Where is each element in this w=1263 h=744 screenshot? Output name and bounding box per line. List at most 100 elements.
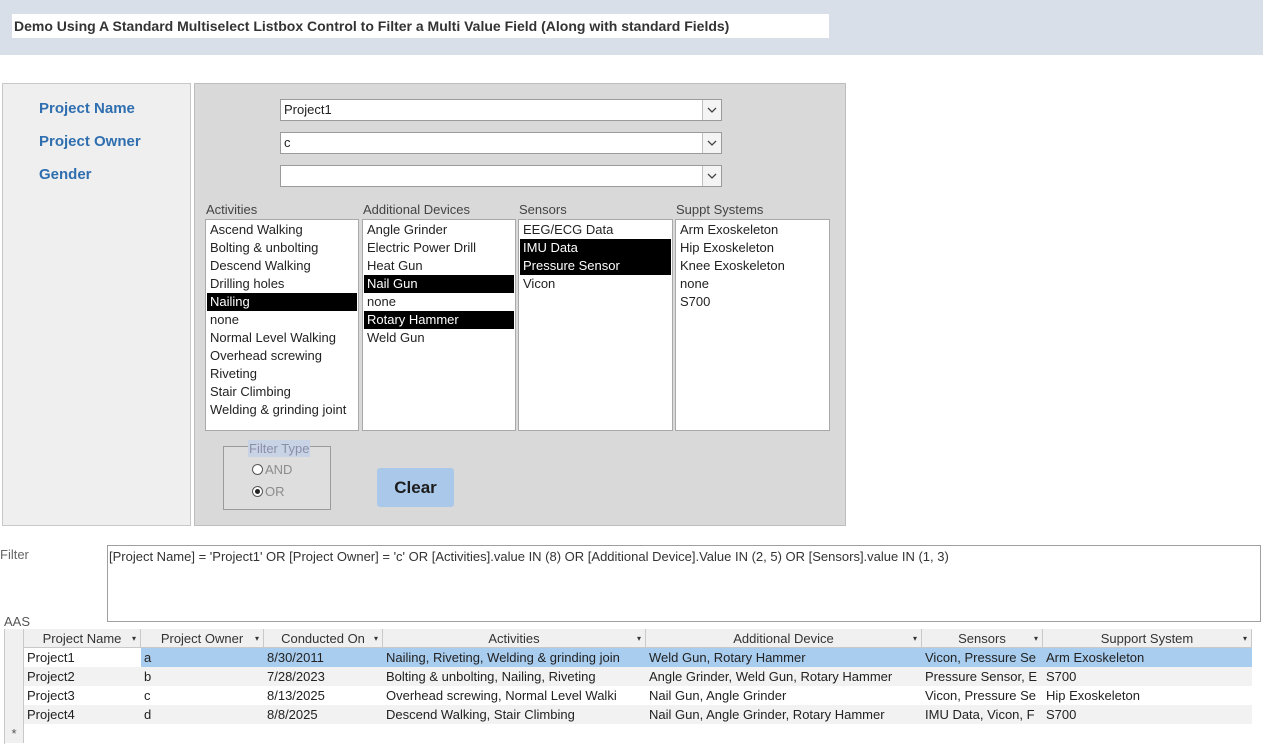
list-item[interactable]: Rotary Hammer (364, 311, 514, 329)
column-header[interactable]: Sensors ▾ (922, 629, 1043, 648)
table-cell[interactable]: Project3 (24, 686, 141, 705)
table-cell[interactable]: Weld Gun, Rotary Hammer (646, 648, 922, 667)
list-item[interactable]: Overhead screwing (207, 347, 357, 365)
list-item[interactable]: Nailing (207, 293, 357, 311)
or-option[interactable]: OR (252, 484, 285, 499)
table-cell[interactable]: Nailing, Riveting, Welding & grinding jo… (383, 648, 646, 667)
select-all-corner[interactable] (5, 629, 24, 648)
table-cell[interactable]: 8/8/2025 (264, 705, 383, 724)
table-cell[interactable]: d (141, 705, 264, 724)
table-cell[interactable]: IMU Data, Vicon, F (922, 705, 1043, 724)
list-item[interactable]: Ascend Walking (207, 221, 357, 239)
column-header[interactable]: Project Name ▾ (24, 629, 141, 648)
table-cell[interactable]: a (141, 648, 264, 667)
list-item[interactable]: Pressure Sensor (520, 257, 671, 275)
column-header[interactable]: Conducted On ▾ (264, 629, 383, 648)
and-radio[interactable] (252, 464, 263, 475)
gender-combo[interactable] (280, 165, 722, 187)
table-row[interactable]: Project2 b 7/28/2023 Bolting & unbolting, N… (5, 667, 1252, 686)
project-name-combo[interactable]: Project1 (280, 99, 722, 121)
table-cell[interactable]: Project1 (24, 648, 141, 667)
table-cell[interactable]: b (141, 667, 264, 686)
list-item[interactable]: none (364, 293, 514, 311)
row-selector[interactable] (5, 648, 24, 667)
list-item[interactable]: Electric Power Drill (364, 239, 514, 257)
datasheet-grid[interactable]: Project Name ▾ Project Owner ▾ Conducted On ▾… (4, 629, 1252, 744)
list-item[interactable]: Vicon (520, 275, 671, 293)
table-cell[interactable]: 8/30/2011 (264, 648, 383, 667)
table-cell[interactable]: Vicon, Pressure Se (922, 648, 1043, 667)
list-item[interactable]: Stair Climbing (207, 383, 357, 401)
table-cell[interactable]: 8/13/2025 (264, 686, 383, 705)
project-owner-combo[interactable]: c (280, 132, 722, 154)
table-cell[interactable]: Project2 (24, 667, 141, 686)
table-row[interactable]: Project3 c 8/13/2025 Overhead screwing, Nor… (5, 686, 1252, 705)
table-cell[interactable]: Pressure Sensor, E (922, 667, 1043, 686)
devices-listbox[interactable]: Angle Grinder Electric Power Drill Heat Gu… (362, 219, 516, 431)
table-cell[interactable]: S700 (1043, 705, 1252, 724)
dropdown-arrow-icon[interactable]: ▾ (1034, 629, 1038, 647)
list-item[interactable]: IMU Data (520, 239, 671, 257)
list-item[interactable]: Nail Gun (364, 275, 514, 293)
list-item[interactable]: Normal Level Walking (207, 329, 357, 347)
row-selector[interactable] (5, 667, 24, 686)
list-item[interactable]: Descend Walking (207, 257, 357, 275)
table-cell[interactable]: Hip Exoskeleton (1043, 686, 1252, 705)
list-item[interactable]: Knee Exoskeleton (677, 257, 828, 275)
filter-textbox[interactable]: [Project Name] = 'Project1' OR [Project … (107, 545, 1261, 622)
table-cell[interactable]: Vicon, Pressure Se (922, 686, 1043, 705)
list-item[interactable]: Hip Exoskeleton (677, 239, 828, 257)
column-header[interactable]: Support System ▾ (1043, 629, 1252, 648)
table-cell[interactable]: Project4 (24, 705, 141, 724)
chevron-down-icon[interactable] (702, 166, 721, 186)
project-name-value: Project1 (284, 102, 332, 117)
table-cell[interactable]: c (141, 686, 264, 705)
table-cell[interactable]: Descend Walking, Stair Climbing (383, 705, 646, 724)
column-header[interactable]: Additional Device ▾ (646, 629, 922, 648)
dropdown-arrow-icon[interactable]: ▾ (132, 629, 136, 647)
chevron-down-icon[interactable] (702, 100, 721, 120)
list-item[interactable]: Weld Gun (364, 329, 514, 347)
list-item[interactable]: S700 (677, 293, 828, 311)
dropdown-arrow-icon[interactable]: ▾ (374, 629, 378, 647)
row-selector[interactable] (5, 686, 24, 705)
devices-caption: Additional Devices (363, 202, 470, 217)
sensors-listbox[interactable]: EEG/ECG Data IMU Data Pressure Sensor Vicon (518, 219, 673, 431)
activities-listbox[interactable]: Ascend Walking Bolting & unbolting Descend… (205, 219, 359, 431)
chevron-down-icon[interactable] (702, 133, 721, 153)
header-row: Project Name ▾ Project Owner ▾ Conducted On ▾… (5, 629, 1252, 648)
list-item[interactable]: Arm Exoskeleton (677, 221, 828, 239)
list-item[interactable]: Bolting & unbolting (207, 239, 357, 257)
table-row[interactable]: Project1 a 8/30/2011 Nailing, Riveting, Wel… (5, 648, 1252, 667)
list-item[interactable]: EEG/ECG Data (520, 221, 671, 239)
list-item[interactable]: Heat Gun (364, 257, 514, 275)
or-label: OR (265, 484, 285, 499)
clear-button[interactable]: Clear (377, 468, 454, 507)
dropdown-arrow-icon[interactable]: ▾ (637, 629, 641, 647)
table-cell[interactable]: Angle Grinder, Weld Gun, Rotary Hammer (646, 667, 922, 686)
table-cell[interactable]: Nail Gun, Angle Grinder (646, 686, 922, 705)
and-option[interactable]: AND (252, 462, 292, 477)
list-item[interactable]: Drilling holes (207, 275, 357, 293)
list-item[interactable]: Riveting (207, 365, 357, 383)
table-cell[interactable]: Arm Exoskeleton (1043, 648, 1252, 667)
or-radio[interactable] (252, 486, 263, 497)
column-header[interactable]: Project Owner ▾ (141, 629, 264, 648)
table-row[interactable]: Project4 d 8/8/2025 Descend Walking, Stair … (5, 705, 1252, 724)
row-selector[interactable] (5, 705, 24, 724)
dropdown-arrow-icon[interactable]: ▾ (1243, 629, 1247, 647)
table-cell[interactable]: S700 (1043, 667, 1252, 686)
table-cell[interactable]: Bolting & unbolting, Nailing, Riveting (383, 667, 646, 686)
new-record-row[interactable]: * (5, 724, 1252, 743)
column-header[interactable]: Activities ▾ (383, 629, 646, 648)
table-cell[interactable]: Overhead screwing, Normal Level Walki (383, 686, 646, 705)
list-item[interactable]: Welding & grinding joint (207, 401, 357, 419)
support-listbox[interactable]: Arm Exoskeleton Hip Exoskeleton Knee Exosk… (675, 219, 830, 431)
list-item[interactable]: none (207, 311, 357, 329)
dropdown-arrow-icon[interactable]: ▾ (913, 629, 917, 647)
table-cell[interactable]: Nail Gun, Angle Grinder, Rotary Hammer (646, 705, 922, 724)
table-cell[interactable]: 7/28/2023 (264, 667, 383, 686)
list-item[interactable]: Angle Grinder (364, 221, 514, 239)
dropdown-arrow-icon[interactable]: ▾ (255, 629, 259, 647)
list-item[interactable]: none (677, 275, 828, 293)
